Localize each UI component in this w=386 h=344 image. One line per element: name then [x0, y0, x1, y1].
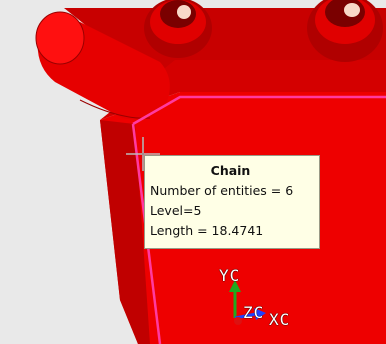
tooltip-level-line: Level=5 — [150, 203, 202, 218]
x-axis-label: XC — [269, 310, 291, 329]
y-axis-label: YC — [219, 266, 241, 285]
tooltip-length-line: Length = 18.4741 — [150, 223, 264, 238]
tooltip-entities-line: Number of entities = 6 — [150, 183, 294, 198]
z-axis-label: ZC — [243, 303, 265, 322]
z-axis-dot — [234, 317, 242, 325]
cylinder-end-cap — [35, 11, 85, 65]
cad-viewport[interactable]: YC ZC XC Chain Number of entities = 6 Le… — [0, 0, 386, 344]
chain-info-tooltip: Chain Number of entities = 6 Level=5 Len… — [144, 155, 320, 249]
boss-right-hole-light — [344, 3, 360, 17]
boss-left-hole-light — [177, 5, 191, 19]
tooltip-title: Chain — [210, 163, 251, 178]
